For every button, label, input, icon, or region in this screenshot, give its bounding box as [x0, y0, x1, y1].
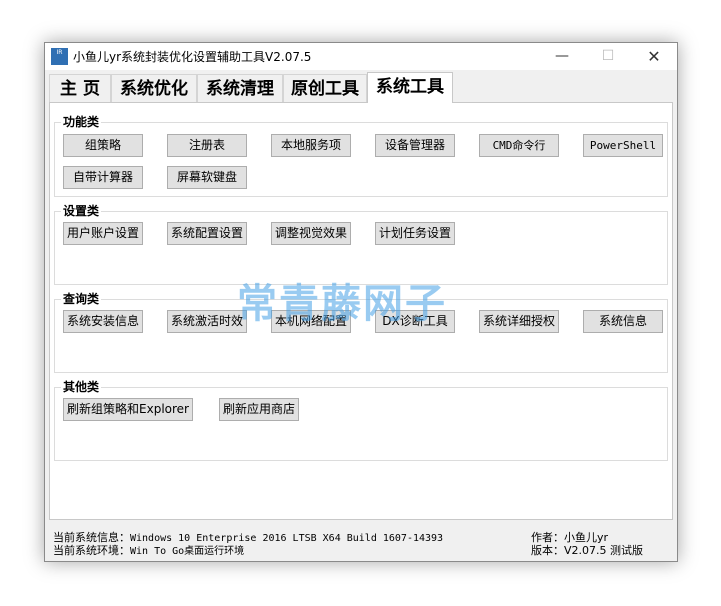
device-manager-button[interactable]: 设备管理器	[375, 134, 455, 157]
group-policy-button[interactable]: 组策略	[63, 134, 143, 157]
system-config-button[interactable]: 系统配置设置	[167, 222, 247, 245]
maximize-button[interactable]: ☐	[585, 43, 631, 70]
cmd-button[interactable]: CMD命令行	[479, 134, 559, 157]
tab-system-tools[interactable]: 系统工具	[367, 72, 453, 103]
status-author: 作者：小鱼儿yr	[531, 531, 608, 544]
activation-status-button[interactable]: 系统激活时效	[167, 310, 247, 333]
status-author-value: 小鱼儿yr	[564, 531, 609, 544]
tab-home[interactable]: 主 页	[49, 74, 111, 102]
tab-content-system-tools: 功能类 组策略 注册表 本地服务项 设备管理器 CMD命令行 PowerShel…	[49, 102, 673, 520]
close-button[interactable]: ✕	[631, 43, 677, 70]
title-bar[interactable]: IR 小鱼儿yr系统封装优化设置辅助工具V2.07.5 — ☐ ✕	[45, 43, 677, 70]
status-sysinfo: 当前系统信息：Windows 10 Enterprise 2016 LTSB X…	[53, 531, 443, 545]
status-environment: 当前系统环境：Win To Go桌面运行环境	[53, 544, 244, 558]
dx-diag-button[interactable]: DX诊断工具	[375, 310, 455, 333]
status-env-value: Win To Go桌面运行环境	[130, 546, 245, 557]
status-env-label: 当前系统环境：	[53, 544, 130, 557]
network-config-button[interactable]: 本机网络配置	[271, 310, 351, 333]
app-icon: IR	[51, 48, 68, 65]
status-version: 版本：V2.07.5 测试版	[531, 544, 643, 557]
status-author-label: 作者：	[531, 531, 564, 544]
local-services-button[interactable]: 本地服务项	[271, 134, 351, 157]
registry-button[interactable]: 注册表	[167, 134, 247, 157]
group-title-others: 其他类	[61, 379, 102, 395]
visual-effects-button[interactable]: 调整视觉效果	[271, 222, 351, 245]
group-title-settings: 设置类	[61, 203, 102, 219]
group-query: 查询类 系统安装信息 系统激活时效 本机网络配置 DX诊断工具 系统详细授权 系…	[54, 291, 668, 373]
window-title: 小鱼儿yr系统封装优化设置辅助工具V2.07.5	[73, 50, 312, 64]
refresh-policy-explorer-button[interactable]: 刷新组策略和Explorer	[63, 398, 193, 421]
minimize-button[interactable]: —	[539, 43, 585, 70]
user-accounts-button[interactable]: 用户账户设置	[63, 222, 143, 245]
status-sysinfo-value: Windows 10 Enterprise 2016 LTSB X64 Buil…	[130, 533, 444, 544]
status-version-value: V2.07.5 测试版	[564, 544, 644, 557]
license-details-button[interactable]: 系统详细授权	[479, 310, 559, 333]
app-window: IR 小鱼儿yr系统封装优化设置辅助工具V2.07.5 — ☐ ✕ 主 页 系统…	[44, 42, 678, 562]
system-info-button[interactable]: 系统信息	[583, 310, 663, 333]
task-scheduler-button[interactable]: 计划任务设置	[375, 222, 455, 245]
install-info-button[interactable]: 系统安装信息	[63, 310, 143, 333]
tab-system-optimize[interactable]: 系统优化	[111, 74, 197, 102]
powershell-button[interactable]: PowerShell	[583, 134, 663, 157]
group-others: 其他类 刷新组策略和Explorer 刷新应用商店	[54, 379, 668, 461]
group-title-functions: 功能类	[61, 114, 102, 130]
tab-system-clean[interactable]: 系统清理	[197, 74, 283, 102]
calculator-button[interactable]: 自带计算器	[63, 166, 143, 189]
on-screen-keyboard-button[interactable]: 屏幕软键盘	[167, 166, 247, 189]
status-version-label: 版本：	[531, 544, 564, 557]
group-functions: 功能类 组策略 注册表 本地服务项 设备管理器 CMD命令行 PowerShel…	[54, 114, 668, 197]
status-sysinfo-label: 当前系统信息：	[53, 531, 130, 544]
group-title-query: 查询类	[61, 291, 102, 307]
tab-original-tools[interactable]: 原创工具	[283, 74, 367, 102]
group-settings: 设置类 用户账户设置 系统配置设置 调整视觉效果 计划任务设置	[54, 203, 668, 285]
tab-bar: 主 页 系统优化 系统清理 原创工具 系统工具	[49, 72, 673, 103]
refresh-store-button[interactable]: 刷新应用商店	[219, 398, 299, 421]
